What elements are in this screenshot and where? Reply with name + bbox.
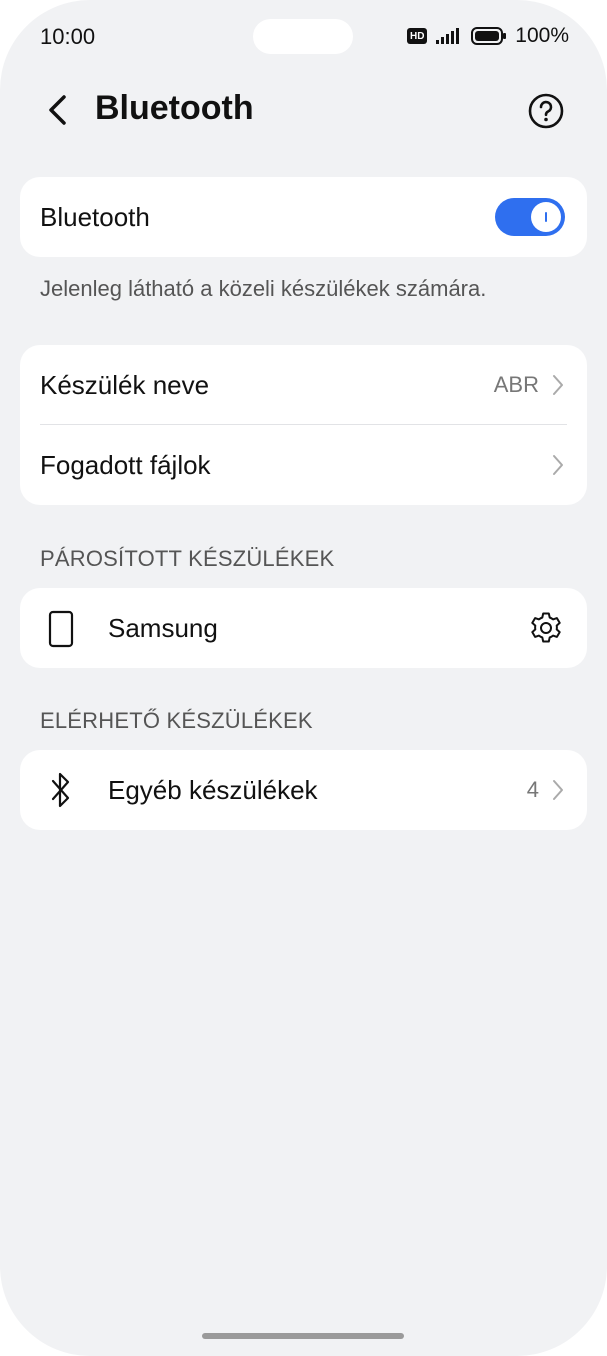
available-device-name: Egyéb készülékek bbox=[108, 774, 318, 805]
hd-icon: HD bbox=[407, 28, 428, 44]
paired-device-name: Samsung bbox=[108, 612, 218, 643]
phone-screen: 10:00 HD 100% Bluetooth Bluetooth Jelenl… bbox=[0, 0, 607, 1356]
switch-on-mark bbox=[545, 212, 547, 222]
gear-icon[interactable] bbox=[529, 611, 563, 645]
paired-devices-header: PÁROSÍTOTT KÉSZÜLÉKEK bbox=[40, 546, 335, 571]
available-devices-card: Egyéb készülékek 4 bbox=[20, 750, 587, 830]
phone-icon bbox=[48, 610, 74, 648]
device-settings-card: Készülék neve ABR Fogadott fájlok bbox=[20, 345, 587, 505]
device-name-row[interactable]: Készülék neve ABR bbox=[20, 345, 587, 425]
camera-pill bbox=[253, 19, 353, 54]
home-indicator[interactable] bbox=[202, 1333, 404, 1339]
paired-device-row[interactable]: Samsung bbox=[20, 588, 587, 668]
page-title: Bluetooth bbox=[95, 89, 254, 127]
device-name-label: Készülék neve bbox=[40, 369, 210, 400]
app-header: Bluetooth bbox=[0, 75, 607, 145]
bluetooth-icon bbox=[51, 772, 70, 808]
chevron-right-icon bbox=[553, 455, 563, 475]
status-bar: 10:00 HD 100% bbox=[0, 0, 607, 75]
battery-percent: 100% bbox=[515, 24, 569, 47]
bluetooth-label: Bluetooth bbox=[40, 201, 150, 232]
battery-icon bbox=[471, 27, 507, 45]
signal-icon bbox=[436, 28, 460, 44]
chevron-right-icon bbox=[553, 375, 563, 395]
received-files-row[interactable]: Fogadott fájlok bbox=[20, 425, 587, 505]
visibility-text: Jelenleg látható a közeli készülékek szá… bbox=[40, 276, 487, 301]
received-files-label: Fogadott fájlok bbox=[40, 449, 211, 480]
available-devices-header: ELÉRHETŐ KÉSZÜLÉKEK bbox=[40, 708, 313, 733]
paired-devices-card: Samsung bbox=[20, 588, 587, 668]
device-name-value: ABR bbox=[493, 372, 539, 397]
help-icon[interactable] bbox=[527, 92, 565, 130]
bluetooth-switch[interactable] bbox=[495, 198, 565, 236]
chevron-right-icon bbox=[553, 780, 563, 800]
status-icons: HD 100% bbox=[407, 24, 569, 48]
available-device-count: 4 bbox=[526, 777, 539, 802]
status-time: 10:00 bbox=[40, 24, 96, 49]
available-device-row[interactable]: Egyéb készülékek 4 bbox=[20, 750, 587, 830]
bluetooth-toggle-row[interactable]: Bluetooth bbox=[20, 177, 587, 257]
bluetooth-toggle-card: Bluetooth bbox=[20, 177, 587, 257]
back-arrow-icon[interactable] bbox=[44, 93, 74, 127]
switch-knob bbox=[531, 202, 561, 232]
